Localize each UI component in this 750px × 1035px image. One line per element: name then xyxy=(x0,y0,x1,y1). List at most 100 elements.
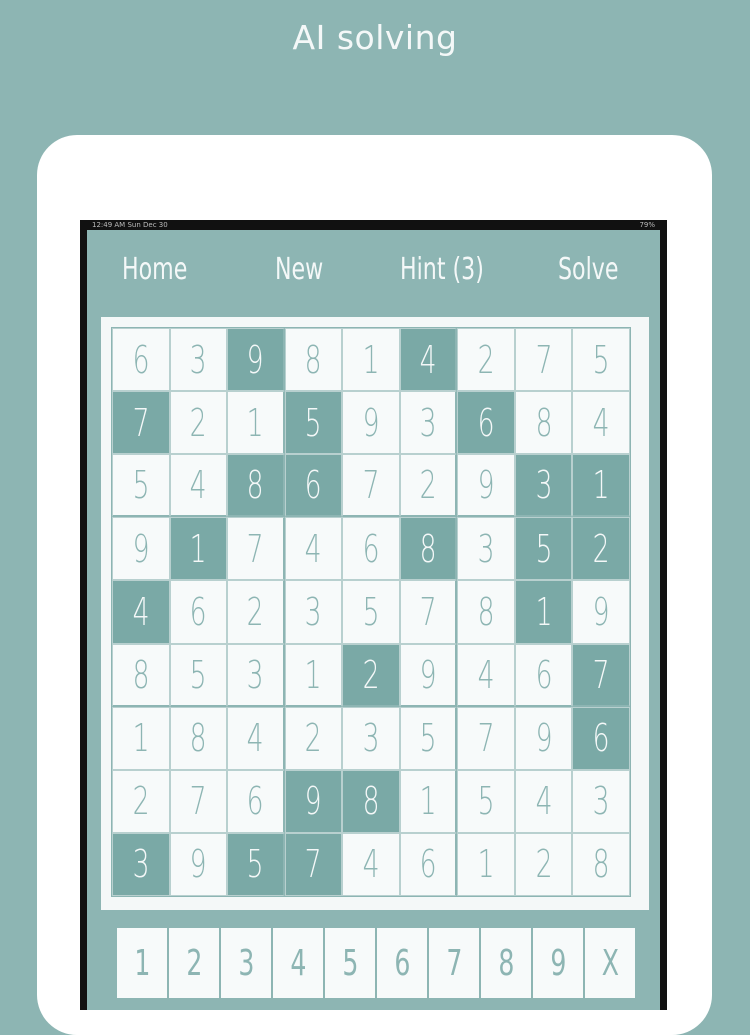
sudoku-cell[interactable]: 9 xyxy=(457,454,515,518)
sudoku-cell[interactable]: 4 xyxy=(514,769,573,833)
sudoku-cell[interactable]: 2 xyxy=(112,769,170,833)
sudoku-cell[interactable]: 7 xyxy=(284,832,343,896)
sudoku-cell[interactable]: 5 xyxy=(169,643,228,707)
sudoku-cell[interactable]: 3 xyxy=(284,580,343,644)
digit-key-9[interactable]: 9 xyxy=(533,928,583,998)
sudoku-cell[interactable]: 3 xyxy=(514,454,573,518)
sudoku-cell[interactable]: 7 xyxy=(399,580,458,644)
sudoku-cell[interactable]: 8 xyxy=(112,643,170,707)
sudoku-cell[interactable]: 9 xyxy=(112,517,170,581)
sudoku-cell[interactable]: 3 xyxy=(457,517,515,581)
sudoku-cell[interactable]: 4 xyxy=(112,580,170,644)
sudoku-cell[interactable]: 8 xyxy=(284,328,343,392)
cell-digit: 8 xyxy=(246,463,264,508)
new-game-button[interactable]: New xyxy=(275,252,323,287)
sudoku-cell[interactable]: 1 xyxy=(572,454,630,518)
sudoku-cell[interactable]: 4 xyxy=(227,706,285,770)
solve-button[interactable]: Solve xyxy=(558,252,618,287)
sudoku-cell[interactable]: 2 xyxy=(342,643,400,707)
sudoku-cell[interactable]: 2 xyxy=(227,580,285,644)
sudoku-cell[interactable]: 8 xyxy=(227,454,285,518)
sudoku-cell[interactable]: 2 xyxy=(572,517,630,581)
sudoku-cell[interactable]: 7 xyxy=(572,643,630,707)
sudoku-cell[interactable]: 4 xyxy=(169,454,228,518)
sudoku-cell[interactable]: 3 xyxy=(572,769,630,833)
digit-key-8[interactable]: 8 xyxy=(481,928,531,998)
digit-key-6[interactable]: 6 xyxy=(377,928,427,998)
sudoku-cell[interactable]: 4 xyxy=(457,643,515,707)
sudoku-cell[interactable]: 6 xyxy=(112,328,170,392)
sudoku-cell[interactable]: 5 xyxy=(399,706,458,770)
sudoku-cell[interactable]: 5 xyxy=(284,391,343,455)
sudoku-cell[interactable]: 8 xyxy=(169,706,228,770)
sudoku-cell[interactable]: 7 xyxy=(112,391,170,455)
digit-key-2[interactable]: 2 xyxy=(169,928,219,998)
sudoku-cell[interactable]: 4 xyxy=(399,328,458,392)
sudoku-cell[interactable]: 6 xyxy=(342,517,400,581)
sudoku-cell[interactable]: 5 xyxy=(514,517,573,581)
cell-digit: 7 xyxy=(362,463,380,508)
sudoku-cell[interactable]: 7 xyxy=(514,328,573,392)
sudoku-cell[interactable]: 7 xyxy=(457,706,515,770)
sudoku-cell[interactable]: 9 xyxy=(572,580,630,644)
digit-key-5[interactable]: 5 xyxy=(325,928,375,998)
sudoku-cell[interactable]: 3 xyxy=(399,391,458,455)
sudoku-cell[interactable]: 1 xyxy=(169,517,228,581)
sudoku-cell[interactable]: 1 xyxy=(284,643,343,707)
sudoku-cell[interactable]: 2 xyxy=(284,706,343,770)
sudoku-cell[interactable]: 6 xyxy=(457,391,515,455)
digit-key-7[interactable]: 7 xyxy=(429,928,479,998)
sudoku-cell[interactable]: 1 xyxy=(457,832,515,896)
sudoku-cell[interactable]: 8 xyxy=(399,517,458,581)
sudoku-cell[interactable]: 1 xyxy=(399,769,458,833)
sudoku-cell[interactable]: 1 xyxy=(514,580,573,644)
sudoku-cell[interactable]: 7 xyxy=(169,769,228,833)
sudoku-cell[interactable]: 4 xyxy=(572,391,630,455)
sudoku-cell[interactable]: 4 xyxy=(342,832,400,896)
sudoku-cell[interactable]: 7 xyxy=(227,517,285,581)
sudoku-cell[interactable]: 3 xyxy=(169,328,228,392)
sudoku-cell[interactable]: 3 xyxy=(227,643,285,707)
sudoku-cell[interactable]: 9 xyxy=(399,643,458,707)
sudoku-cell[interactable]: 6 xyxy=(572,706,630,770)
sudoku-cell[interactable]: 6 xyxy=(514,643,573,707)
sudoku-cell[interactable]: 8 xyxy=(572,832,630,896)
sudoku-cell[interactable]: 3 xyxy=(112,832,170,896)
sudoku-cell[interactable]: 2 xyxy=(169,391,228,455)
sudoku-cell[interactable]: 8 xyxy=(457,580,515,644)
sudoku-cell[interactable]: 9 xyxy=(514,706,573,770)
sudoku-cell[interactable]: 5 xyxy=(227,832,285,896)
cell-digit: 4 xyxy=(132,589,150,634)
sudoku-cell[interactable]: 9 xyxy=(169,832,228,896)
sudoku-cell[interactable]: 1 xyxy=(342,328,400,392)
sudoku-cell[interactable]: 5 xyxy=(457,769,515,833)
cell-digit: 4 xyxy=(362,842,380,887)
clear-key[interactable]: X xyxy=(585,928,635,998)
digit-key-3[interactable]: 3 xyxy=(221,928,271,998)
digit-key-1[interactable]: 1 xyxy=(117,928,167,998)
sudoku-cell[interactable]: 3 xyxy=(342,706,400,770)
sudoku-cell[interactable]: 5 xyxy=(112,454,170,518)
sudoku-cell[interactable]: 8 xyxy=(342,769,400,833)
sudoku-cell[interactable]: 7 xyxy=(342,454,400,518)
sudoku-cell[interactable]: 5 xyxy=(342,580,400,644)
sudoku-cell[interactable]: 5 xyxy=(572,328,630,392)
digit-key-4[interactable]: 4 xyxy=(273,928,323,998)
sudoku-cell[interactable]: 6 xyxy=(399,832,458,896)
sudoku-cell[interactable]: 8 xyxy=(514,391,573,455)
sudoku-cell[interactable]: 6 xyxy=(227,769,285,833)
home-button[interactable]: Home xyxy=(122,252,187,287)
sudoku-cell[interactable]: 4 xyxy=(284,517,343,581)
hint-button[interactable]: Hint (3) xyxy=(400,252,484,287)
sudoku-cell[interactable]: 6 xyxy=(169,580,228,644)
sudoku-cell[interactable]: 9 xyxy=(284,769,343,833)
sudoku-cell[interactable]: 6 xyxy=(284,454,343,518)
sudoku-cell[interactable]: 1 xyxy=(227,391,285,455)
sudoku-cell[interactable]: 2 xyxy=(399,454,458,518)
sudoku-cell[interactable]: 9 xyxy=(227,328,285,392)
sudoku-cell[interactable]: 9 xyxy=(342,391,400,455)
sudoku-cell[interactable]: 2 xyxy=(457,328,515,392)
cell-digit: 5 xyxy=(535,526,553,571)
sudoku-cell[interactable]: 2 xyxy=(514,832,573,896)
sudoku-cell[interactable]: 1 xyxy=(112,706,170,770)
